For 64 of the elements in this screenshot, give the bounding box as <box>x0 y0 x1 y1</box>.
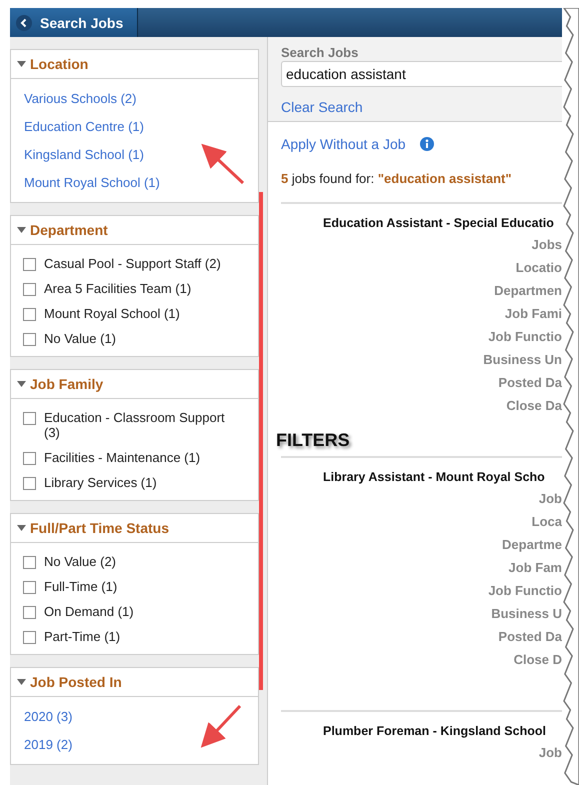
clear-search-link[interactable]: Clear Search <box>281 99 363 115</box>
filter-link[interactable]: 2020 (3) <box>11 703 86 731</box>
checkbox[interactable] <box>23 606 36 619</box>
arrow <box>200 704 242 748</box>
field-label: Job <box>538 745 562 761</box>
checkbox-label: Full-Time (1) <box>44 579 118 594</box>
job-title[interactable]: Library Assistant - Mount Royal Scho <box>323 470 545 484</box>
field-label: Job Fami <box>504 306 562 322</box>
filter-link[interactable]: 2019 (2) <box>11 731 86 759</box>
field-label: Close D <box>514 652 562 668</box>
field-label: Business Un <box>483 352 562 368</box>
annotation-label: FILTERS <box>276 430 350 451</box>
filter-link[interactable]: Kingsland School (1) <box>11 141 157 169</box>
field-label: Posted Da <box>498 629 562 645</box>
checkbox-label: Casual Pool - Support Staff (2) <box>44 256 221 271</box>
checkbox-label: On Demand (1) <box>44 604 134 619</box>
checkbox[interactable] <box>23 477 36 490</box>
job-title[interactable]: Education Assistant - Special Educatio <box>323 216 554 230</box>
checkbox-label: Education - Classroom Support (3) <box>44 410 226 440</box>
filter-link[interactable]: Various Schools (2) <box>11 85 150 113</box>
checkbox[interactable] <box>23 452 36 465</box>
checkbox[interactable] <box>23 556 36 569</box>
caret-icon <box>17 227 26 233</box>
checkbox[interactable] <box>23 258 36 271</box>
checkbox-label: Library Services (1) <box>44 475 157 490</box>
job-title[interactable]: Plumber Foreman - Kingsland School <box>323 724 546 738</box>
caret-icon <box>17 679 26 685</box>
checkbox-label: No Value (2) <box>44 554 116 569</box>
apply-link[interactable]: Apply Without a Job <box>281 136 406 152</box>
arrow <box>201 144 244 184</box>
checkbox[interactable] <box>23 412 36 425</box>
field-label: Business U <box>491 606 562 622</box>
info-icon[interactable] <box>420 137 434 151</box>
field-label: Posted Da <box>498 375 562 391</box>
back-icon <box>16 14 32 30</box>
field-label: Job Fam <box>508 560 562 576</box>
checkbox[interactable] <box>23 581 36 594</box>
checkbox[interactable] <box>23 631 36 644</box>
field-label: Jobs <box>532 237 562 253</box>
checkbox[interactable] <box>23 333 36 346</box>
checkbox-label: Part-Time (1) <box>44 629 120 644</box>
field-label: Job Functio <box>488 583 562 599</box>
checkbox-label: Area 5 Facilities Team (1) <box>44 281 192 296</box>
field-label: Close Da <box>506 398 562 414</box>
field-label: Job Functio <box>488 329 562 345</box>
field-label: Loca <box>532 514 562 530</box>
search-label: Search Jobs <box>281 45 358 61</box>
search-field[interactable]: education assistant <box>281 61 562 87</box>
caret-icon <box>17 61 26 67</box>
field-label: Departme <box>502 537 562 553</box>
back-button[interactable]: Search Jobs <box>10 8 138 37</box>
caret-icon <box>17 381 26 387</box>
results-summary: 5 jobs found for: "education assistant" <box>281 171 513 186</box>
checkbox[interactable] <box>23 283 36 296</box>
field-label: Job <box>538 491 562 507</box>
checkbox-label: Facilities - Maintenance (1) <box>44 450 200 465</box>
filter-link[interactable]: Education Centre (1) <box>11 113 157 141</box>
field-label: Locatio <box>516 260 562 276</box>
field-label: Departmen <box>494 283 562 299</box>
checkbox-label: Mount Royal School (1) <box>44 306 180 321</box>
filter-link[interactable]: Mount Royal School (1) <box>11 169 173 197</box>
caret-icon <box>17 525 26 531</box>
checkbox-label: No Value (1) <box>44 331 116 346</box>
checkbox[interactable] <box>23 308 36 321</box>
